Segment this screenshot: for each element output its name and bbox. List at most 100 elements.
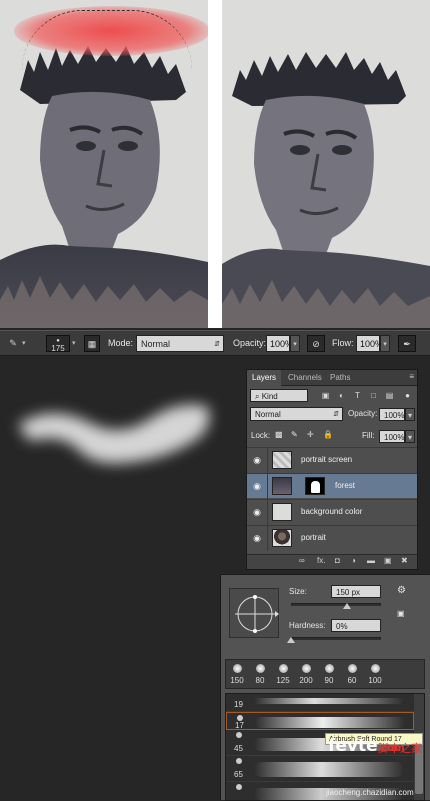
mask-shape: [311, 481, 320, 493]
eye-icon[interactable]: ◉: [251, 533, 263, 543]
folder-icon[interactable]: ▬: [367, 556, 375, 565]
new-preset-icon[interactable]: ▣: [397, 609, 405, 618]
trash-icon[interactable]: ✖: [401, 556, 408, 565]
link-icon[interactable]: ∞: [299, 556, 305, 565]
brush-options-bar: ✎ ▾ ● 175 ▾ ▦ Mode: Normal ⇵ Opacity: 10…: [0, 330, 430, 356]
hardness-slider-track[interactable]: [291, 637, 381, 640]
layer-opacity-input[interactable]: 100%: [379, 408, 405, 421]
flow-input[interactable]: 100%: [356, 335, 383, 352]
filter-shape-icon[interactable]: □: [367, 389, 380, 402]
airbrush-icon[interactable]: ✒: [398, 335, 416, 352]
filter-kind-select[interactable]: ⌕ Kind: [250, 389, 308, 402]
tab-paths[interactable]: Paths: [325, 370, 355, 386]
lock-label: Lock:: [251, 431, 271, 440]
layers-panel: Layers Channels Paths ≡ ⌕ Kind ▣ ◐ T □ ▤…: [246, 369, 418, 570]
size-slider-track[interactable]: [291, 603, 381, 606]
layer-opacity-dropdown-icon[interactable]: ▾: [405, 408, 415, 421]
brush-tip-row-selected[interactable]: 17: [226, 712, 414, 730]
tool-preset-dropdown-icon[interactable]: ▾: [22, 335, 26, 352]
size-label: Size:: [289, 587, 307, 596]
photo-after: [222, 0, 430, 328]
brush-preset-dot[interactable]: [325, 664, 334, 673]
size-input[interactable]: 150 px: [331, 585, 381, 598]
brush-tip-row[interactable]: 19: [226, 694, 414, 712]
brush-preset-dot[interactable]: [348, 664, 357, 673]
lock-position-icon[interactable]: ✛: [307, 430, 314, 439]
brush-tip-dot: [236, 784, 242, 790]
brush-size-preview[interactable]: ● 175: [46, 335, 70, 353]
opacity-dropdown-icon[interactable]: ▾: [290, 335, 300, 352]
layer-name: forest: [335, 481, 356, 490]
opacity-label: Opacity:: [348, 409, 378, 418]
pressure-opacity-icon[interactable]: ⊘: [307, 335, 325, 352]
adjustment-icon[interactable]: ◑: [351, 556, 356, 565]
lock-transparent-icon[interactable]: ▩: [275, 430, 283, 439]
brush-presets-row: 150 80 125 200 90 60 100: [225, 659, 425, 689]
filter-type-icon[interactable]: T: [351, 389, 364, 402]
brush-preset-dot[interactable]: [279, 664, 288, 673]
mask-icon[interactable]: ◘: [335, 556, 340, 565]
tab-channels[interactable]: Channels: [283, 370, 327, 386]
brush-preset-dot[interactable]: [371, 664, 380, 673]
lock-all-icon[interactable]: 🔒: [323, 430, 333, 439]
hardness-label: Hardness:: [289, 621, 326, 630]
eye-icon[interactable]: ◉: [251, 481, 263, 491]
eye-icon[interactable]: ◉: [251, 507, 263, 517]
brush-tool-icon[interactable]: ✎: [6, 335, 20, 352]
flow-dropdown-icon[interactable]: ▾: [380, 335, 390, 352]
watermark-url: jiaocheng.chazidian.com: [326, 788, 414, 797]
mode-value: Normal: [141, 339, 171, 349]
mode-label: Mode:: [108, 338, 134, 348]
layer-fill-dropdown-icon[interactable]: ▾: [405, 430, 415, 443]
divider: [267, 500, 268, 525]
fill-label: Fill:: [362, 431, 375, 440]
size-slider-handle[interactable]: [343, 603, 351, 609]
brush-preset-dot[interactable]: [256, 664, 265, 673]
divider: [267, 474, 268, 499]
chevron-updown-icon: ⇵: [333, 411, 339, 418]
new-layer-icon[interactable]: ▣: [384, 556, 392, 565]
mode-select[interactable]: Normal ⇵: [136, 335, 224, 352]
filter-smart-object-icon[interactable]: ▤: [383, 389, 396, 402]
blend-mode-select[interactable]: Normal ⇵: [250, 407, 343, 421]
layer-mask-thumbnail: [305, 477, 325, 495]
layer-row-forest[interactable]: ◉ forest: [247, 473, 417, 499]
layer-fill-input[interactable]: 100%: [379, 430, 405, 443]
filter-pixel-icon[interactable]: ▣: [319, 389, 332, 402]
gear-icon[interactable]: ⚙: [397, 585, 406, 596]
brush-preset-picker-icon[interactable]: ▾: [72, 335, 76, 352]
brush-preset-dot[interactable]: [233, 664, 242, 673]
toggle-brush-panel-icon[interactable]: ▦: [84, 335, 100, 352]
layer-row-background-color[interactable]: ◉ background color: [247, 499, 417, 525]
fx-icon[interactable]: fx.: [317, 556, 325, 565]
brush-preset-dot[interactable]: [302, 664, 311, 673]
layers-panel-footer: ∞ fx. ◘ ◑ ▬ ▣ ✖: [247, 554, 417, 569]
preset-size: 150: [230, 676, 244, 685]
brush-stroke-preview: [255, 717, 405, 728]
layer-row-portrait-screen[interactable]: ◉ portrait screen: [247, 447, 417, 473]
filter-adjustment-icon[interactable]: ◐: [335, 389, 348, 402]
filter-toggle-icon[interactable]: ●: [401, 389, 414, 402]
layer-row-portrait[interactable]: ◉ portrait: [247, 525, 417, 551]
photo-before: [0, 0, 208, 328]
hardness-input[interactable]: 0%: [331, 619, 381, 632]
brush-tip-size: 17: [235, 721, 244, 730]
preset-size: 90: [324, 676, 334, 685]
layer-name: background color: [301, 507, 363, 516]
brush-tip-dot: [236, 758, 242, 764]
panel-menu-icon[interactable]: ≡: [409, 372, 414, 381]
brush-angle-widget[interactable]: [229, 588, 279, 638]
watermark: fevte.com 脚本之家 jiaocheng.chazidian.com: [316, 730, 430, 800]
brush-stroke-preview: [254, 698, 404, 704]
lock-image-icon[interactable]: ✎: [291, 430, 298, 439]
layer-name: portrait screen: [301, 455, 353, 464]
eye-icon[interactable]: ◉: [251, 455, 263, 465]
chevron-updown-icon: ⇵: [214, 341, 220, 348]
layer-thumbnail: [272, 451, 292, 469]
tab-layers[interactable]: Layers: [247, 370, 282, 386]
layers-panel-tabs: Layers Channels Paths ≡: [247, 370, 417, 386]
hardness-slider-handle[interactable]: [287, 637, 295, 643]
brush-tip-size: 65: [234, 770, 243, 779]
opacity-input[interactable]: 100%: [266, 335, 293, 352]
preset-size: 60: [347, 676, 357, 685]
